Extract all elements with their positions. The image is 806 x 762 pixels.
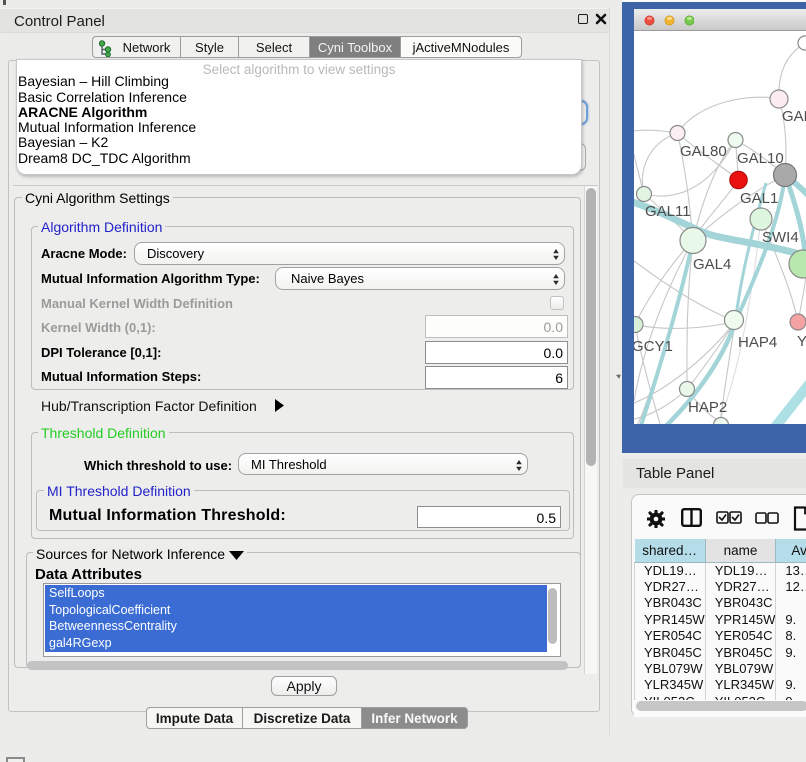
svg-text:GAL2: GAL2	[782, 108, 806, 125]
svg-text:GAL11: GAL11	[645, 203, 691, 220]
svg-text:SWI4: SWI4	[762, 229, 799, 246]
svg-text:GAL1: GAL1	[740, 190, 778, 207]
svg-text:GCY1: GCY1	[634, 338, 673, 355]
svg-text:YD: YD	[797, 333, 806, 350]
svg-text:GAL80: GAL80	[680, 143, 727, 160]
svg-text:HAP4: HAP4	[738, 334, 777, 351]
svg-text:GAL4: GAL4	[693, 256, 731, 273]
svg-text:GAL10: GAL10	[737, 150, 784, 167]
svg-text:HAP2: HAP2	[688, 399, 727, 416]
